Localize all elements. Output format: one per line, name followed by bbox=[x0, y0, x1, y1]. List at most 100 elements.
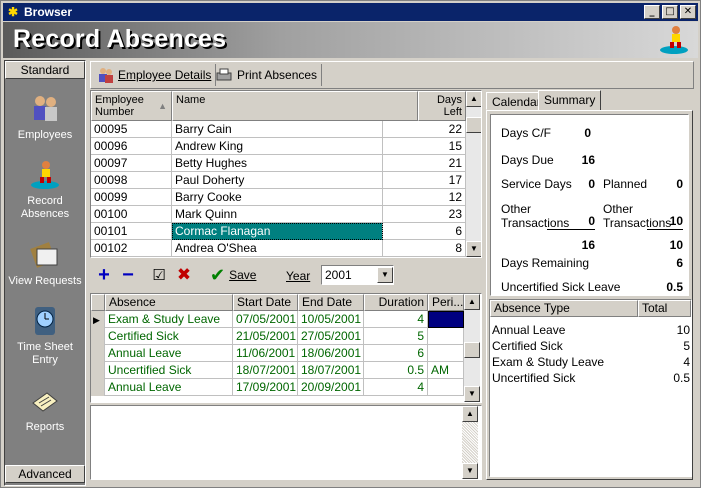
chevron-down-icon[interactable]: ▼ bbox=[377, 267, 393, 283]
absence-type-total: 4 bbox=[683, 355, 690, 369]
nav-item-label: View Requests bbox=[8, 275, 82, 287]
cancel-button[interactable]: ✖ bbox=[174, 265, 194, 285]
cell-end-date: 27/05/2001 bbox=[298, 328, 364, 345]
col-header-employee-number[interactable]: Employee Number ▲ bbox=[91, 91, 172, 121]
notes-textarea[interactable]: ▲ ▼ bbox=[90, 405, 482, 480]
table-row[interactable]: 00097 Betty Hughes 21 bbox=[91, 155, 466, 172]
absence-type-total: 10 bbox=[676, 323, 690, 337]
absence-type-label: Certified Sick bbox=[492, 339, 563, 353]
days-due-label: Days Due bbox=[501, 153, 554, 167]
col-header-name[interactable]: Name bbox=[172, 91, 418, 121]
cell-name: Barry Cooke bbox=[172, 189, 383, 206]
col-header-end-date[interactable]: End Date bbox=[298, 294, 364, 311]
time-sheet-icon bbox=[35, 307, 55, 335]
cell-absence: Certified Sick bbox=[105, 328, 233, 345]
cell-name: Betty Hughes bbox=[172, 155, 383, 172]
days-remaining-value: 6 bbox=[676, 256, 683, 270]
table-row[interactable]: 00098 Paul Doherty 17 bbox=[91, 172, 466, 189]
sort-arrow-icon: ▲ bbox=[158, 101, 167, 111]
col-header-total[interactable]: Total bbox=[638, 300, 691, 317]
cell-absence: Annual Leave bbox=[105, 345, 233, 362]
nav-item-employees[interactable]: Employees bbox=[5, 93, 85, 142]
cell-days-left: 23 bbox=[418, 206, 466, 223]
nav-item-view-requests[interactable]: View Requests bbox=[5, 239, 85, 288]
planned-label: Planned bbox=[603, 177, 648, 191]
cell-days-left: 15 bbox=[418, 138, 466, 155]
tab-summary[interactable]: Summary bbox=[538, 90, 602, 111]
nav-item-reports[interactable]: Reports bbox=[5, 385, 85, 434]
nav-section-standard[interactable]: Standard bbox=[5, 61, 85, 79]
col-header-period[interactable]: Peri... bbox=[428, 294, 464, 311]
scroll-down-button[interactable]: ▼ bbox=[464, 386, 480, 402]
table-row[interactable]: 00095 Barry Cain 22 bbox=[91, 121, 466, 138]
col-header-start-date[interactable]: Start Date bbox=[233, 294, 298, 311]
page-title: Record Absences bbox=[13, 25, 227, 53]
employee-details-button[interactable]: Employee Details bbox=[94, 64, 217, 86]
scroll-thumb[interactable] bbox=[464, 342, 480, 358]
cell-end-date: 10/05/2001 bbox=[298, 311, 364, 328]
employee-grid: Employee Number ▲ Name Days Left 00095 Ba… bbox=[90, 90, 482, 258]
table-row[interactable]: 00099 Barry Cooke 12 bbox=[91, 189, 466, 206]
scroll-down-button[interactable]: ▼ bbox=[462, 463, 478, 479]
col-header-duration[interactable]: Duration bbox=[364, 294, 428, 311]
table-row[interactable]: Annual Leave 11/06/2001 18/06/2001 6 bbox=[91, 345, 464, 362]
add-absence-button[interactable]: + bbox=[94, 265, 114, 285]
col-header-absence[interactable]: Absence bbox=[105, 294, 233, 311]
cell-start-date: 07/05/2001 bbox=[233, 311, 298, 328]
table-row[interactable]: 00096 Andrew King 15 bbox=[91, 138, 466, 155]
cell-duration: 0.5 bbox=[364, 362, 428, 379]
table-row[interactable]: Annual Leave 17/09/2001 20/09/2001 4 bbox=[91, 379, 464, 396]
maximize-button[interactable]: □ bbox=[662, 5, 678, 19]
absence-grid: Absence Start Date End Date Duration Per… bbox=[90, 293, 482, 403]
remove-absence-button[interactable]: − bbox=[118, 265, 138, 285]
scroll-down-button[interactable]: ▼ bbox=[466, 241, 481, 257]
confirm-button[interactable]: ☑ bbox=[150, 266, 168, 284]
printer-icon bbox=[216, 68, 232, 81]
list-item: Uncertified Sick 0.5 bbox=[492, 370, 690, 386]
row-indicator bbox=[91, 345, 105, 362]
minimize-button[interactable]: _ bbox=[644, 5, 660, 19]
nav-section-advanced[interactable]: Advanced bbox=[5, 465, 85, 483]
scroll-thumb[interactable] bbox=[466, 117, 481, 133]
employee-scrollbar[interactable]: ▲ ▼ bbox=[466, 91, 481, 257]
save-label: Save bbox=[229, 268, 257, 282]
list-item: Certified Sick 5 bbox=[492, 338, 690, 354]
table-row[interactable]: Certified Sick 21/05/2001 27/05/2001 5 bbox=[91, 328, 464, 345]
nav-item-time-sheet-entry[interactable]: Time Sheet Entry bbox=[5, 305, 85, 367]
header-banner: Record Absences bbox=[3, 22, 698, 58]
print-absences-button[interactable]: Print Absences bbox=[211, 64, 323, 86]
nav-sidebar: Standard Employees Record Absences View … bbox=[4, 60, 86, 486]
save-check-icon: ✔ bbox=[210, 264, 226, 286]
cell-end-date: 18/06/2001 bbox=[298, 345, 364, 362]
absence-scrollbar[interactable]: ▲ ▼ bbox=[464, 294, 480, 402]
cell-duration: 6 bbox=[364, 345, 428, 362]
cell-period bbox=[428, 328, 464, 345]
scroll-up-button[interactable]: ▲ bbox=[464, 294, 480, 310]
year-label-text: Year bbox=[286, 269, 311, 283]
record-absences-icon bbox=[31, 161, 59, 189]
nav-item-record-absences[interactable]: Record Absences bbox=[5, 159, 85, 221]
absence-type-table: Absence Type Total Annual Leave 10 Certifi… bbox=[489, 299, 692, 477]
save-button[interactable]: ✔ Save bbox=[210, 264, 257, 286]
table-row[interactable]: 00102 Andrea O'Shea 8 bbox=[91, 240, 466, 257]
scroll-up-button[interactable]: ▲ bbox=[462, 406, 478, 422]
employees-icon bbox=[34, 96, 57, 121]
cell-end-date: 18/07/2001 bbox=[298, 362, 364, 379]
cell-absence: Annual Leave bbox=[105, 379, 233, 396]
col-header-absence-type[interactable]: Absence Type bbox=[490, 300, 638, 317]
scroll-up-button[interactable]: ▲ bbox=[466, 91, 481, 107]
nav-item-label: Reports bbox=[25, 421, 65, 433]
subtotal-divider-1 bbox=[547, 229, 595, 230]
cell-period: AM bbox=[428, 362, 464, 379]
list-item: Annual Leave 10 bbox=[492, 322, 690, 338]
notes-scrollbar[interactable]: ▲ ▼ bbox=[462, 406, 478, 479]
col-header-days-left[interactable]: Days Left bbox=[418, 91, 466, 121]
table-row[interactable]: Uncertified Sick 18/07/2001 18/07/2001 0.5 A… bbox=[91, 362, 464, 379]
close-button[interactable]: ✕ bbox=[680, 5, 696, 19]
table-row[interactable]: 00101 Cormac Flanagan 6 bbox=[91, 223, 466, 240]
cell-name: Cormac Flanagan bbox=[172, 223, 383, 240]
table-row[interactable]: 00100 Mark Quinn 23 bbox=[91, 206, 466, 223]
year-select[interactable]: 2001 ▼ bbox=[321, 265, 394, 285]
table-row[interactable]: ▶ Exam & Study Leave 07/05/2001 10/05/2001 4 bbox=[91, 311, 464, 328]
nav-item-label: Record Absences bbox=[20, 195, 70, 220]
